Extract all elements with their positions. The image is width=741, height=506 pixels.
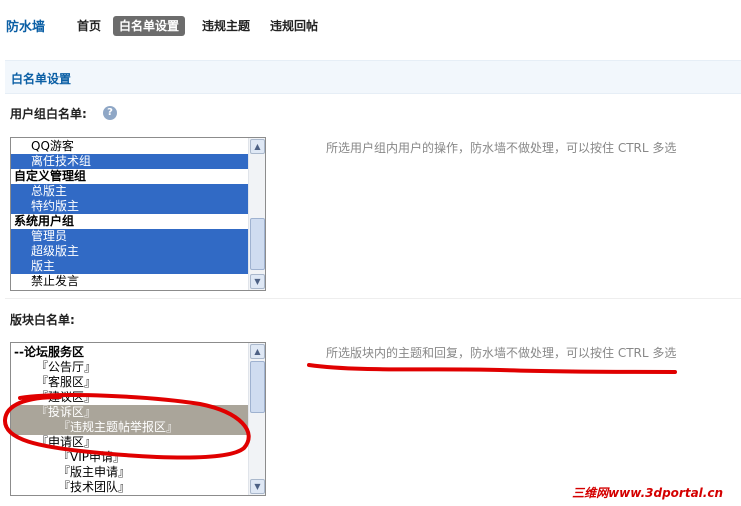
forum-option[interactable]: 『版主申请』 — [11, 465, 248, 480]
forum-option[interactable]: 『投诉区』 — [11, 405, 248, 420]
section-header: 白名单设置 — [5, 60, 741, 94]
nav-violation-topics[interactable]: 违规主题 — [202, 16, 250, 36]
scroll-thumb[interactable] — [250, 361, 265, 413]
section-title: 白名单设置 — [11, 72, 72, 86]
scroll-up-icon[interactable]: ▲ — [250, 344, 265, 359]
usergroup-option[interactable]: 离任技术组 — [11, 154, 248, 169]
nav-whitelist[interactable]: 白名单设置 — [113, 16, 186, 36]
annotation-underline — [307, 363, 677, 374]
forum-options: --论坛服务区 『公告厅』 『客服区』 『建议区』 『投诉区』 『违规主题帖举报区』 『申请… — [11, 345, 248, 495]
optgroup-label: 自定义管理组 — [14, 169, 87, 183]
scroll-down-icon[interactable]: ▼ — [250, 479, 265, 494]
forum-option[interactable]: 『客服区』 — [11, 375, 248, 390]
divider — [5, 298, 741, 299]
usergroup-option[interactable]: 禁止发言 — [11, 274, 248, 289]
usergroup-select[interactable]: QQ游客 离任技术组 自定义管理组 总版主 特约版主 系统用户组 管理员 超级版主 版主 禁止发言… — [10, 137, 266, 291]
usergroup-option[interactable]: 特约版主 — [11, 199, 248, 214]
forum-option[interactable]: 『技术团队』 — [11, 480, 248, 495]
forum-option[interactable]: 『违规主题帖举报区』 — [11, 420, 248, 435]
forum-hint: 所选版块内的主题和回复，防水墙不做处理，可以按住 CTRL 多选 — [326, 346, 677, 360]
forum-label: 版块白名单: — [10, 313, 75, 327]
nav-violation-replies[interactable]: 违规回帖 — [270, 16, 318, 36]
scroll-thumb[interactable] — [250, 218, 265, 270]
optgroup-label: 系统用户组 — [14, 214, 75, 228]
forum-select[interactable]: --论坛服务区 『公告厅』 『客服区』 『建议区』 『投诉区』 『违规主题帖举报区』 『申请… — [10, 342, 266, 496]
forum-scrollbar[interactable]: ▲ ▼ — [248, 343, 265, 495]
usergroup-option[interactable]: 管理员 — [11, 229, 248, 244]
usergroup-label: 用户组白名单: — [10, 107, 87, 121]
usergroup-hint: 所选用户组内用户的操作，防水墙不做处理，可以按住 CTRL 多选 — [326, 141, 677, 155]
forum-option[interactable]: --论坛服务区 — [11, 345, 248, 360]
forum-option[interactable]: 『VIP申请』 — [11, 450, 248, 465]
scroll-down-icon[interactable]: ▼ — [250, 274, 265, 289]
usergroup-option[interactable]: QQ游客 — [11, 139, 248, 154]
watermark: 三维网www.3dportal.cn — [572, 486, 723, 500]
usergroup-scrollbar[interactable]: ▲ ▼ — [248, 138, 265, 290]
usergroup-options: QQ游客 离任技术组 自定义管理组 总版主 特约版主 系统用户组 管理员 超级版主 版主 禁止发言 — [11, 139, 248, 290]
scroll-up-icon[interactable]: ▲ — [250, 139, 265, 154]
forum-option[interactable]: 『建议区』 — [11, 390, 248, 405]
usergroup-option[interactable]: 版主 — [11, 259, 248, 274]
help-icon[interactable]: ? — [103, 106, 117, 120]
usergroup-option[interactable]: 总版主 — [11, 184, 248, 199]
forum-option[interactable]: 『公告厅』 — [11, 360, 248, 375]
top-nav: 防水墙 首页 白名单设置 违规主题 违规回帖 — [0, 0, 741, 40]
forum-option[interactable]: 『申请区』 — [11, 435, 248, 450]
usergroup-option[interactable]: 超级版主 — [11, 244, 248, 259]
app-title: 防水墙 — [6, 20, 46, 35]
nav-home[interactable]: 首页 — [77, 16, 101, 36]
